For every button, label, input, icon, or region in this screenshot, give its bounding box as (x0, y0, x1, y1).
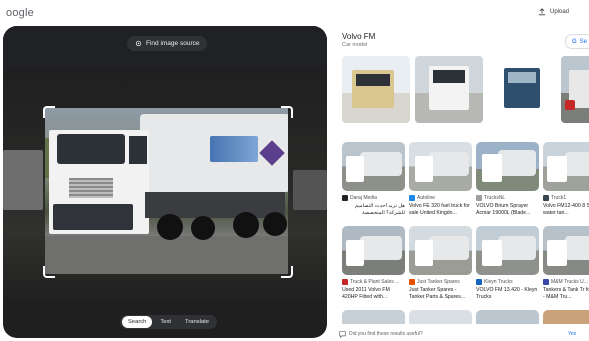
entity-image[interactable] (342, 56, 410, 123)
feedback-yes-button[interactable]: Yes (568, 331, 576, 337)
source-favicon-icon (543, 195, 549, 201)
result-source: M&M Trucks U... (551, 279, 588, 285)
google-logo[interactable]: oogle (6, 7, 34, 19)
upload-button[interactable]: Upload (538, 8, 569, 16)
result-source: Daraj Media (350, 195, 377, 201)
crop-handle-top-right[interactable] (281, 106, 293, 118)
result-card[interactable] (342, 310, 405, 324)
crop-handle-bottom-right[interactable] (281, 266, 293, 278)
source-favicon-icon (342, 279, 348, 285)
lens-pane: Find image source Search Text Translate (3, 26, 327, 338)
feedback-bar: Did you find these results useful? Yes (339, 327, 589, 341)
source-favicon-icon (476, 195, 482, 201)
result-caption[interactable]: VOLVO FM 13.420 - Kleyn Trucks (476, 287, 539, 301)
result-caption[interactable]: Used 2011 Volvo FM 420HP Fitted with... (342, 287, 405, 301)
entity-image[interactable] (561, 56, 589, 123)
result-source: Just Tanker Spares (417, 279, 460, 285)
result-source: Truck1 (551, 195, 567, 201)
source-favicon-icon (409, 195, 415, 201)
results-pane: Volvo FM Car model G Se Daraj Media هل ت… (333, 26, 589, 341)
result-card[interactable]: TrucksNL VOLVO Brium Sprayer Acmar 19000… (476, 142, 539, 217)
result-source: Truck & Plant Sales ... (350, 279, 400, 285)
crop-selection[interactable] (45, 108, 288, 274)
result-caption[interactable]: Volvo FM12-400 8 Stokota water tan... (543, 203, 589, 217)
source-favicon-icon (476, 279, 482, 285)
tab-search[interactable]: Search (122, 316, 153, 328)
lens-icon (135, 40, 142, 47)
find-image-source-button[interactable]: Find image source (127, 36, 208, 51)
google-g-icon: G (572, 38, 577, 45)
entity-image[interactable] (488, 56, 556, 123)
search-chip[interactable]: G Se (565, 34, 589, 49)
result-card[interactable]: Truck1 Volvo FM12-400 8 Stokota water ta… (543, 142, 589, 217)
entity-title[interactable]: Volvo FM (342, 32, 375, 41)
lens-mode-tabs: Search Text Translate (120, 315, 217, 329)
upload-label: Upload (549, 9, 569, 15)
result-card[interactable]: Kleyn Trucks VOLVO FM 13.420 - Kleyn Tru… (476, 226, 539, 301)
search-chip-label: Se (579, 38, 588, 45)
result-source: Kleyn Trucks (484, 279, 513, 285)
source-favicon-icon (543, 279, 549, 285)
top-bar: oogle Upload (0, 0, 589, 26)
source-favicon-icon (409, 279, 415, 285)
entity-image[interactable] (415, 56, 483, 123)
find-image-source-label: Find image source (146, 40, 200, 47)
upload-icon (538, 8, 546, 16)
source-favicon-icon (342, 195, 348, 201)
result-card[interactable]: Daraj Media هل تريد أحدث التصاميم للشركة… (342, 142, 405, 217)
crop-handle-top-left[interactable] (43, 106, 55, 118)
result-card[interactable] (543, 310, 589, 324)
result-card[interactable] (409, 310, 472, 324)
result-card[interactable] (476, 310, 539, 324)
result-source: Autoline (417, 195, 436, 201)
entity-subtitle: Car model (342, 42, 368, 48)
result-caption[interactable]: Tankers & Tank Tr for Sale - M&M Tru... (543, 287, 589, 301)
result-caption[interactable]: هل تريد أحدث التصاميم للشركة؟ المتخصصة ب… (342, 203, 405, 217)
result-caption[interactable]: VOLVO Brium Sprayer Acmar 19000L (Blade.… (476, 203, 539, 217)
result-caption[interactable]: Volvo FE 320 fuel truck for sale United … (409, 203, 472, 217)
feedback-question: Did you find these results useful? (349, 331, 423, 337)
result-card[interactable]: Truck & Plant Sales ... Used 2011 Volvo … (342, 226, 405, 301)
tab-translate[interactable]: Translate (179, 316, 215, 328)
result-caption[interactable]: Just Tanker Spares - Tanker Parts & Spar… (409, 287, 472, 301)
result-card[interactable]: M&M Trucks U... Tankers & Tank Tr for Sa… (543, 226, 589, 301)
result-card[interactable]: Just Tanker Spares Just Tanker Spares - … (409, 226, 472, 301)
result-source: TrucksNL (484, 195, 506, 201)
result-card[interactable]: Autoline Volvo FE 320 fuel truck for sal… (409, 142, 472, 217)
crop-handle-bottom-left[interactable] (43, 266, 55, 278)
chat-icon (339, 330, 346, 338)
tab-text[interactable]: Text (154, 316, 177, 328)
